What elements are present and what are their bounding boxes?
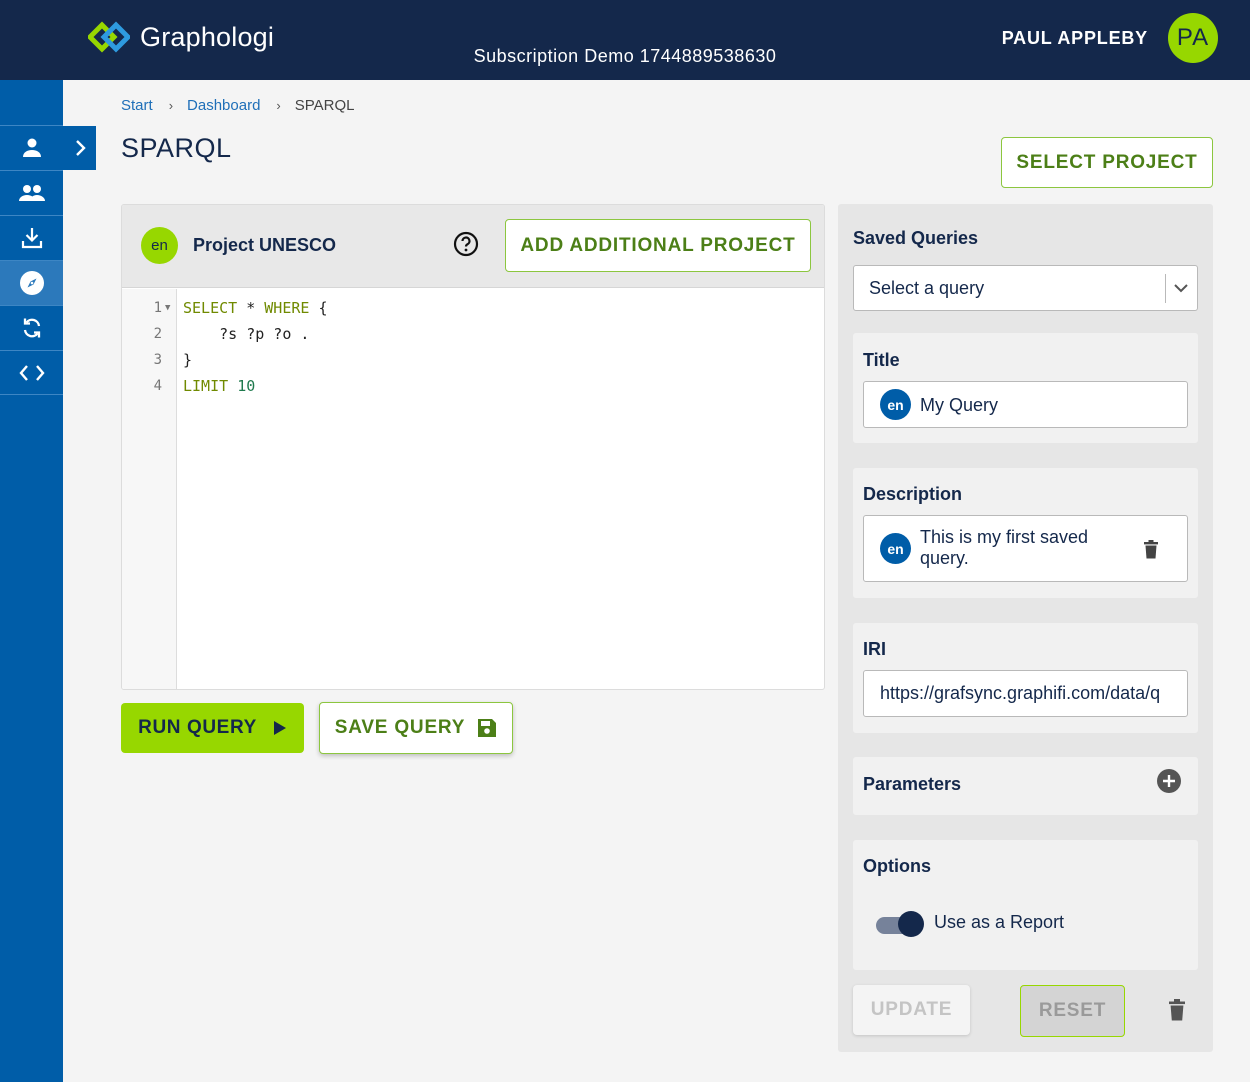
code-line: 2 ?s ?p ?o .: [122, 321, 824, 347]
sidebar-item-import[interactable]: [0, 215, 63, 260]
options-card: Options Use as a Report: [853, 840, 1198, 970]
title-field-card: Title en My Query: [853, 333, 1198, 443]
sidebar-expand-button[interactable]: [63, 126, 96, 170]
run-query-label: RUN QUERY: [138, 717, 257, 738]
query-editor-panel: en Project UNESCO ADD ADDITIONAL PROJECT…: [121, 204, 825, 690]
breadcrumb-separator: ›: [168, 98, 174, 113]
sidebar-item-sparql[interactable]: [0, 260, 63, 305]
chevron-down-icon: [1174, 284, 1188, 293]
project-name: Project UNESCO: [193, 235, 337, 255]
description-field-card: Description en This is my first saved qu…: [853, 468, 1198, 598]
saved-query-select[interactable]: Select a query: [853, 265, 1198, 311]
toggle-knob: [898, 911, 924, 937]
add-parameter-icon[interactable]: [1156, 768, 1182, 794]
play-icon: [273, 721, 286, 735]
delete-query-icon[interactable]: [1168, 999, 1186, 1021]
update-button[interactable]: UPDATE: [853, 985, 970, 1035]
iri-value: https://grafsync.graphifi.com/data/q: [880, 683, 1161, 703]
saved-queries-panel: Saved Queries Select a query Title en My…: [838, 204, 1213, 1052]
select-divider: [1165, 274, 1166, 303]
compass-icon: [19, 271, 44, 295]
code-token: SELECT: [183, 299, 247, 317]
code-icon: [18, 364, 45, 381]
sidebar: [0, 80, 63, 1082]
code-token: LIMIT: [183, 377, 238, 395]
code-text: }: [183, 351, 193, 369]
description-input[interactable]: en This is my first saved query.: [863, 515, 1188, 582]
breadcrumb-dashboard[interactable]: Dashboard: [187, 97, 260, 114]
iri-label: IRI: [863, 639, 887, 659]
title-value: My Query: [920, 395, 999, 415]
iri-input[interactable]: https://grafsync.graphifi.com/data/q: [863, 670, 1188, 717]
sidebar-item-developer[interactable]: [0, 350, 63, 395]
person-icon: [22, 138, 41, 157]
avatar[interactable]: PA: [1168, 13, 1218, 63]
download-icon: [21, 228, 42, 249]
chevron-right-icon: [75, 140, 86, 156]
code-token: *: [246, 299, 265, 317]
floppy-disk-icon: [478, 719, 497, 737]
use-as-report-label: Use as a Report: [934, 912, 1065, 932]
saved-query-select-value: Select a query: [869, 278, 985, 298]
code-token: WHERE: [264, 299, 319, 317]
description-label: Description: [863, 484, 963, 504]
editor-header: en Project UNESCO ADD ADDITIONAL PROJECT: [122, 205, 824, 288]
code-line: 3 }: [122, 347, 824, 373]
iri-field-card: IRI https://grafsync.graphifi.com/data/q: [853, 623, 1198, 733]
organization-name: Subscription Demo 1744889538630: [473, 46, 777, 66]
help-icon[interactable]: [453, 231, 479, 262]
reset-button[interactable]: RESET: [1020, 985, 1125, 1037]
code-text: LIMIT 10: [183, 373, 255, 399]
line-number: 3: [153, 352, 162, 368]
select-project-button[interactable]: SELECT PROJECT: [1001, 137, 1213, 188]
code-line: 4 LIMIT 10: [122, 373, 824, 399]
sidebar-item-sync[interactable]: [0, 305, 63, 350]
options-label: Options: [863, 856, 931, 876]
fold-arrow-icon[interactable]: ▼: [165, 295, 170, 321]
line-number: 4: [153, 378, 162, 394]
code-token: {: [318, 299, 328, 317]
parameters-card: Parameters: [853, 757, 1198, 815]
breadcrumb-current: SPARQL: [294, 97, 355, 114]
line-number: 2: [153, 326, 162, 342]
save-query-label: SAVE QUERY: [334, 717, 466, 738]
sidebar-item-profile[interactable]: [0, 125, 63, 170]
run-query-button[interactable]: RUN QUERY: [121, 703, 304, 753]
save-query-button[interactable]: SAVE QUERY: [319, 702, 513, 754]
code-token: 10: [237, 377, 256, 395]
parameters-label: Parameters: [863, 774, 962, 794]
top-bar: Graphologi Subscription Demo 17448895386…: [0, 0, 1250, 80]
breadcrumb-start[interactable]: Start: [121, 97, 153, 114]
saved-queries-heading: Saved Queries: [853, 228, 979, 248]
breadcrumb-separator: ›: [276, 98, 281, 113]
title-input[interactable]: en My Query: [863, 381, 1188, 428]
title-language-badge[interactable]: en: [880, 389, 911, 420]
sync-icon: [23, 318, 40, 338]
sidebar-item-users[interactable]: [0, 170, 63, 215]
people-icon: [18, 185, 45, 201]
description-language-badge[interactable]: en: [880, 533, 911, 564]
description-value: This is my first saved query.: [920, 527, 1089, 568]
add-additional-project-button[interactable]: ADD ADDITIONAL PROJECT: [505, 219, 811, 272]
user-name[interactable]: PAUL APPLEBY: [1002, 28, 1148, 49]
title-label: Title: [863, 350, 900, 370]
trash-icon[interactable]: [1143, 540, 1159, 559]
code-editor[interactable]: 1 ▼ SELECT * WHERE { 2 ?s ?p ?o . 3 } 4 …: [122, 289, 824, 689]
line-number: 1: [153, 300, 162, 316]
page-title: SPARQL: [121, 133, 232, 163]
code-text: SELECT * WHERE {: [183, 295, 328, 321]
code-text: ?s ?p ?o .: [183, 325, 310, 343]
project-language-badge: en: [141, 227, 178, 264]
breadcrumb: Start › Dashboard › SPARQL: [121, 97, 355, 114]
code-line: 1 ▼ SELECT * WHERE {: [122, 295, 824, 321]
